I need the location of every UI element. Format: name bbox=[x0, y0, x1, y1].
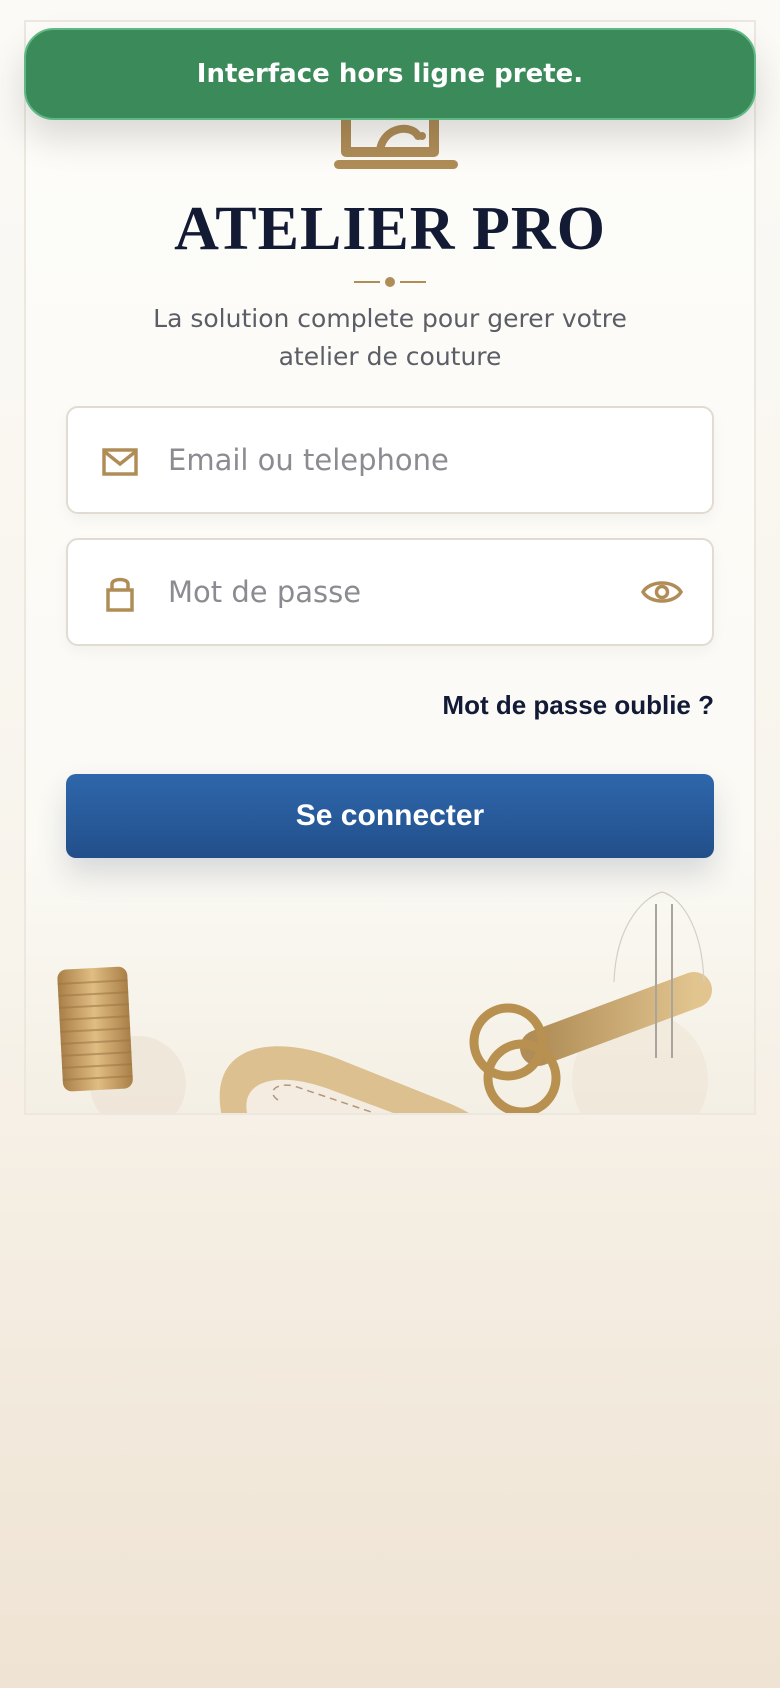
toast-message: Interface hors ligne prete. bbox=[196, 59, 584, 89]
eye-icon[interactable] bbox=[640, 574, 684, 610]
app-title: ATELIER PRO bbox=[174, 195, 606, 263]
login-button[interactable]: Se connecter bbox=[66, 774, 714, 858]
forgot-password-link[interactable]: Mot de passe oublie ? bbox=[442, 690, 714, 721]
password-input[interactable] bbox=[168, 540, 588, 644]
identifier-input[interactable] bbox=[168, 408, 588, 512]
password-field[interactable] bbox=[66, 538, 714, 646]
title-divider bbox=[354, 277, 426, 287]
identifier-field[interactable] bbox=[66, 406, 714, 514]
offline-ready-toast: Interface hors ligne prete. bbox=[24, 28, 756, 120]
thread-spool-icon bbox=[57, 966, 133, 1092]
sewing-decoration bbox=[57, 891, 712, 1113]
mail-icon bbox=[102, 448, 138, 476]
lock-icon bbox=[106, 577, 134, 612]
tape-measure-icon bbox=[219, 1046, 469, 1113]
sewing-machine-logo-icon bbox=[334, 120, 458, 169]
app-subtitle: La solution complete pour gerer votre at… bbox=[153, 304, 627, 371]
